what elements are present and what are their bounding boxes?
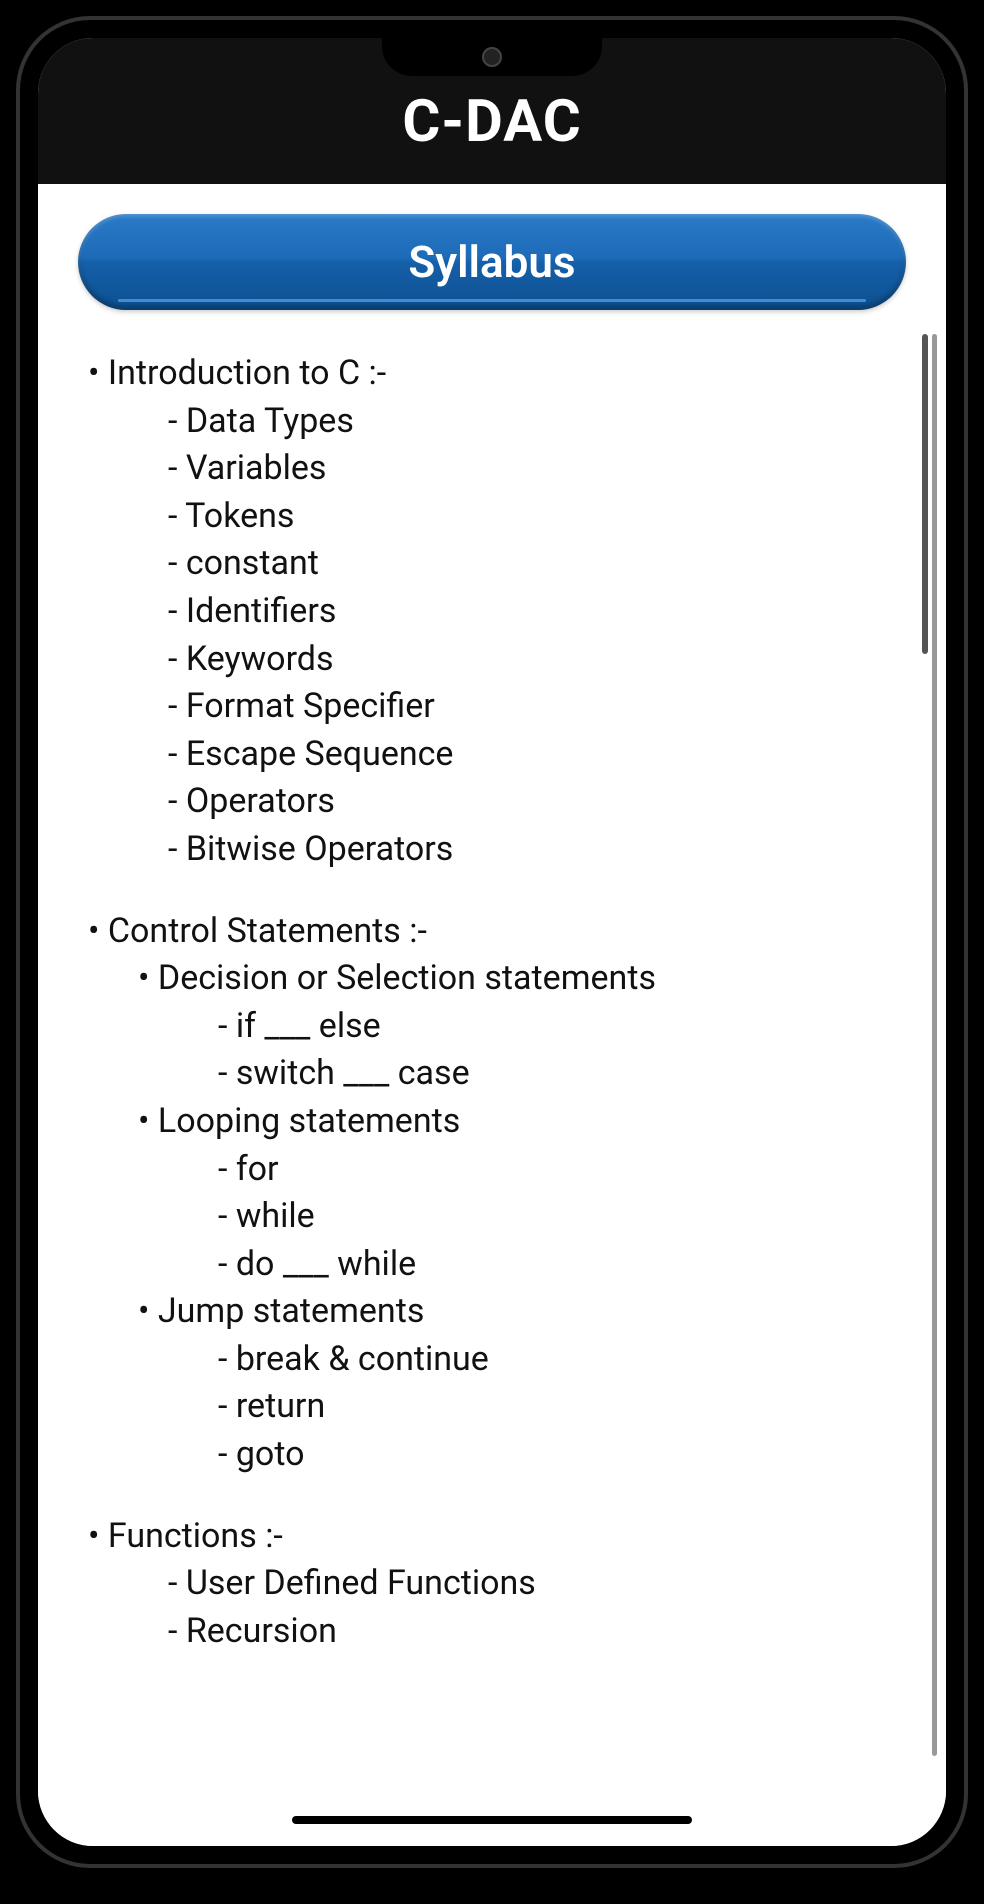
subsection-title: • Looping statements <box>138 1098 886 1146</box>
list-item: - break & continue <box>218 1336 886 1384</box>
home-indicator[interactable] <box>292 1816 692 1824</box>
list-item: - Bitwise Operators <box>168 826 886 874</box>
list-item: - Recursion <box>168 1608 886 1656</box>
list-item: - while <box>218 1193 886 1241</box>
syllabus-section: • Introduction to C :- - Data Types - Va… <box>88 350 886 874</box>
list-item: - Identifiers <box>168 588 886 636</box>
syllabus-button-label: Syllabus <box>408 236 575 288</box>
list-item: - switch ___ case <box>218 1050 886 1098</box>
list-item: - return <box>218 1383 886 1431</box>
list-item: - do ___ while <box>218 1241 886 1289</box>
sub-sub-list: - if ___ else - switch ___ case <box>138 1003 886 1098</box>
list-item: - Tokens <box>168 493 886 541</box>
list-item: - Escape Sequence <box>168 731 886 779</box>
sub-sub-list: - for - while - do ___ while <box>138 1146 886 1289</box>
list-item: - goto <box>218 1431 886 1479</box>
scrollbar-track[interactable] <box>932 334 937 1756</box>
sub-list: - Data Types - Variables - Tokens - cons… <box>88 398 886 874</box>
scrollbar-thumb[interactable] <box>922 334 928 654</box>
sub-list: - User Defined Functions - Recursion <box>88 1560 886 1655</box>
phone-frame: C-DAC Syllabus • Introduction to C :- - … <box>20 20 964 1864</box>
syllabus-content[interactable]: • Introduction to C :- - Data Types - Va… <box>78 350 906 1826</box>
subsection-title: • Jump statements <box>138 1288 886 1336</box>
content-area: Syllabus • Introduction to C :- - Data T… <box>38 184 946 1846</box>
section-title: • Introduction to C :- <box>88 350 886 398</box>
section-title: • Functions :- <box>88 1513 886 1561</box>
list-item: - for <box>218 1146 886 1194</box>
section-title: • Control Statements :- <box>88 908 886 956</box>
syllabus-button[interactable]: Syllabus <box>78 214 906 310</box>
list-item: - Variables <box>168 445 886 493</box>
list-item: - constant <box>168 540 886 588</box>
phone-notch <box>382 38 602 76</box>
app-title: C-DAC <box>402 88 581 156</box>
list-item: - Operators <box>168 778 886 826</box>
sub-sub-list: - break & continue - return - goto <box>138 1336 886 1479</box>
syllabus-section: • Functions :- - User Defined Functions … <box>88 1513 886 1656</box>
list-item: - if ___ else <box>218 1003 886 1051</box>
sub-section: • Decision or Selection statements - if … <box>88 955 886 1479</box>
phone-screen: C-DAC Syllabus • Introduction to C :- - … <box>38 38 946 1846</box>
syllabus-section: • Control Statements :- • Decision or Se… <box>88 908 886 1479</box>
list-item: - Data Types <box>168 398 886 446</box>
list-item: - Format Specifier <box>168 683 886 731</box>
list-item: - User Defined Functions <box>168 1560 886 1608</box>
subsection-title: • Decision or Selection statements <box>138 955 886 1003</box>
list-item: - Keywords <box>168 636 886 684</box>
camera-icon <box>482 47 502 67</box>
